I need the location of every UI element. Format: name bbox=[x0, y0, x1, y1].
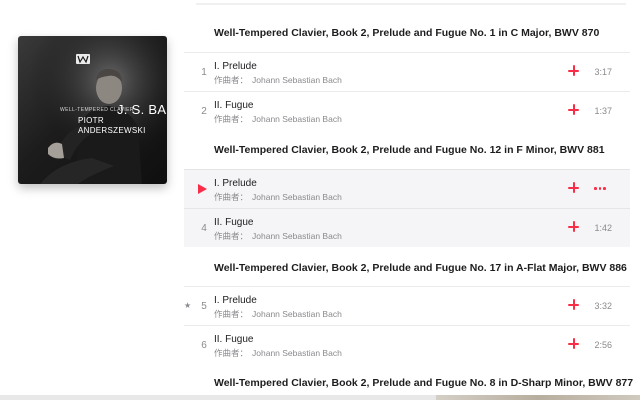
plus-icon[interactable] bbox=[568, 104, 579, 115]
bottom-artwork-strip bbox=[436, 395, 640, 400]
composer-name: Johann Sebastian Bach bbox=[252, 75, 342, 85]
composer-name: Johann Sebastian Bach bbox=[252, 309, 342, 319]
cover-artist-first-name: PIOTR bbox=[78, 116, 104, 125]
track-composer: 作曲者： Johann Sebastian Bach bbox=[214, 74, 342, 86]
track-composer: 作曲者： Johann Sebastian Bach bbox=[214, 308, 342, 320]
composer-name: Johann Sebastian Bach bbox=[252, 192, 342, 202]
track-number: 4 bbox=[201, 223, 207, 234]
work-title: Well-Tempered Clavier, Book 2, Prelude a… bbox=[214, 377, 634, 389]
warner-classics-logo bbox=[76, 51, 90, 69]
plus-icon[interactable] bbox=[568, 65, 579, 76]
work-title: Well-Tempered Clavier, Book 2, Prelude a… bbox=[214, 262, 627, 274]
star-icon: ★ bbox=[184, 301, 192, 310]
track-row-now-playing[interactable]: I. Prelude 作曲者： Johann Sebastian Bach bbox=[184, 169, 630, 208]
track-number: 5 bbox=[201, 301, 207, 312]
work-title: Well-Tempered Clavier, Book 2, Prelude a… bbox=[214, 27, 600, 39]
composer-label: 作曲者： bbox=[214, 348, 249, 358]
cover-composer-text: J. S. BACH bbox=[117, 102, 167, 117]
track-duration: 1:37 bbox=[594, 106, 612, 116]
track-number: 2 bbox=[201, 106, 207, 117]
track-title: I. Prelude bbox=[214, 61, 257, 72]
track-duration: 3:17 bbox=[594, 67, 612, 77]
track-row[interactable]: 6 II. Fugue 作曲者： Johann Sebastian Bach 2:… bbox=[184, 325, 630, 364]
composer-name: Johann Sebastian Bach bbox=[252, 114, 342, 124]
track-composer: 作曲者： Johann Sebastian Bach bbox=[214, 347, 342, 359]
track-title: II. Fugue bbox=[214, 334, 254, 345]
track-title: II. Fugue bbox=[214, 217, 254, 228]
album-page: WELL-TEMPERED CLAVIER J. S. BACH PIOTR A… bbox=[0, 0, 640, 400]
cover-artist-last-name: ANDERSZEWSKI bbox=[78, 126, 146, 135]
track-composer: 作曲者： Johann Sebastian Bach bbox=[214, 113, 342, 125]
plus-icon[interactable] bbox=[568, 338, 579, 349]
work-title: Well-Tempered Clavier, Book 2, Prelude a… bbox=[214, 144, 605, 156]
play-icon[interactable] bbox=[198, 184, 207, 194]
plus-icon[interactable] bbox=[568, 182, 579, 193]
track-row[interactable]: 1 I. Prelude 作曲者： Johann Sebastian Bach 3… bbox=[184, 52, 630, 91]
track-composer: 作曲者： Johann Sebastian Bach bbox=[214, 191, 342, 203]
track-duration: 2:56 bbox=[594, 340, 612, 350]
track-title: II. Fugue bbox=[214, 100, 254, 111]
track-title: I. Prelude bbox=[214, 178, 257, 189]
plus-icon[interactable] bbox=[568, 299, 579, 310]
composer-label: 作曲者： bbox=[214, 192, 249, 202]
track-duration: 3:32 bbox=[594, 301, 612, 311]
track-title: I. Prelude bbox=[214, 295, 257, 306]
album-cover[interactable]: WELL-TEMPERED CLAVIER J. S. BACH PIOTR A… bbox=[18, 36, 167, 184]
track-row[interactable]: 2 II. Fugue 作曲者： Johann Sebastian Bach 1:… bbox=[184, 91, 630, 130]
composer-name: Johann Sebastian Bach bbox=[252, 348, 342, 358]
track-row[interactable]: ★ 5 I. Prelude 作曲者： Johann Sebastian Bach… bbox=[184, 286, 630, 325]
top-divider bbox=[196, 3, 626, 5]
more-icon[interactable] bbox=[594, 187, 606, 190]
composer-label: 作曲者： bbox=[214, 309, 249, 319]
track-row[interactable]: 4 II. Fugue 作曲者： Johann Sebastian Bach 1:… bbox=[184, 208, 630, 247]
composer-label: 作曲者： bbox=[214, 231, 249, 241]
composer-label: 作曲者： bbox=[214, 114, 249, 124]
track-number: 6 bbox=[201, 340, 207, 351]
track-duration: 1:42 bbox=[594, 223, 612, 233]
track-number: 1 bbox=[201, 67, 207, 78]
composer-name: Johann Sebastian Bach bbox=[252, 231, 342, 241]
composer-label: 作曲者： bbox=[214, 75, 249, 85]
track-composer: 作曲者： Johann Sebastian Bach bbox=[214, 230, 342, 242]
plus-icon[interactable] bbox=[568, 221, 579, 232]
